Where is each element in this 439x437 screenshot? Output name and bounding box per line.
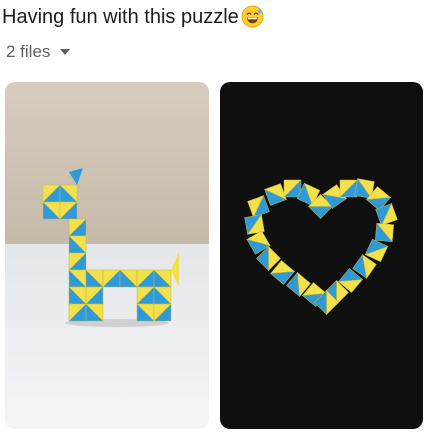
message-text-line: Having fun with this puzzle	[2, 4, 264, 30]
giraffe-puzzle-photo[interactable]	[5, 82, 209, 429]
files-count-label: 2 files	[6, 42, 51, 61]
heart-puzzle-photo[interactable]	[220, 82, 423, 429]
caret-down-icon	[60, 49, 71, 55]
grinning-face-with-sweat-emoji	[241, 5, 264, 28]
message-text: Having fun with this puzzle	[2, 6, 239, 28]
files-toggle[interactable]: 2 files	[6, 42, 71, 62]
